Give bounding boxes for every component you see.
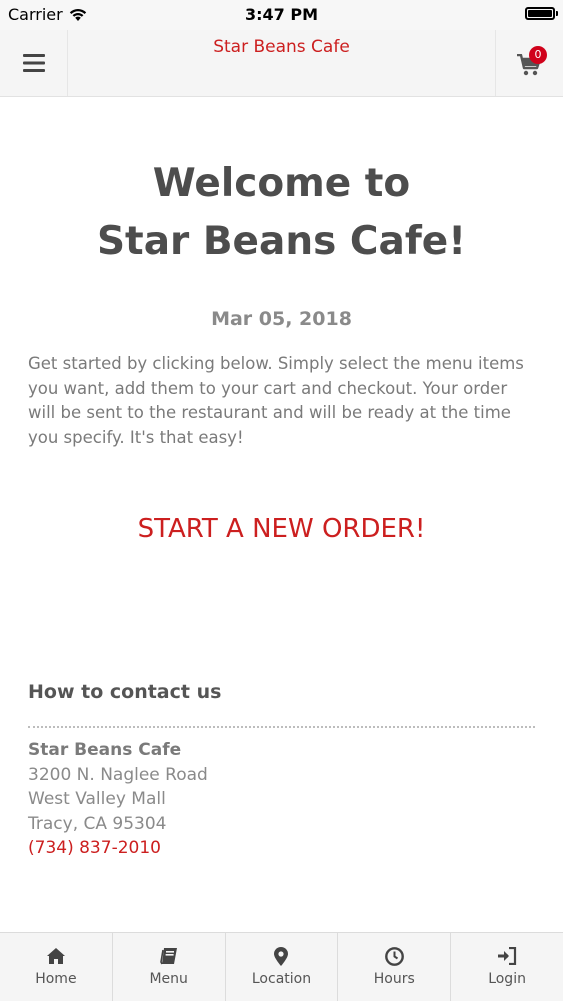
tab-login[interactable]: Login (451, 933, 563, 1001)
contact-address-line-1: 3200 N. Naglee Road (28, 764, 208, 785)
tab-login-label: Login (488, 971, 526, 987)
hamburger-icon (22, 54, 45, 72)
contact-info: Star Beans Cafe 3200 N. Naglee Road West… (28, 738, 208, 861)
tab-menu-label: Menu (149, 971, 188, 987)
clock-icon (384, 947, 404, 966)
header-title: Star Beans Cafe (213, 37, 350, 57)
bottom-tab-bar: Home Menu Location Hours Login (0, 932, 563, 1001)
app-header: Star Beans Cafe 0 (0, 30, 563, 97)
start-order-button[interactable]: START A NEW ORDER! (0, 514, 563, 544)
home-icon (46, 948, 65, 964)
tab-hours-label: Hours (373, 971, 415, 987)
tab-home[interactable]: Home (0, 933, 113, 1001)
tab-location-label: Location (251, 971, 312, 987)
status-bar: Carrier 3:47 PM (0, 0, 563, 30)
menu-button[interactable] (0, 30, 68, 96)
cart-count-badge: 0 (529, 46, 547, 64)
tab-home-label: Home (35, 971, 77, 987)
welcome-line-2: Star Beans Cafe! (96, 219, 467, 264)
tab-menu[interactable]: Menu (113, 933, 226, 1001)
contact-address-line-2: West Valley Mall (28, 789, 166, 809)
intro-text: Get started by clicking below. Simply se… (28, 354, 524, 447)
contact-heading: How to contact us (28, 681, 222, 703)
status-time: 3:47 PM (244, 5, 318, 24)
map-pin-icon (274, 947, 289, 966)
welcome-line-1: Welcome to (152, 161, 411, 206)
tab-location[interactable]: Location (226, 933, 339, 1001)
contact-phone-link[interactable]: (734) 837-2010 (28, 836, 208, 861)
cart-button[interactable]: 0 (495, 30, 563, 96)
tab-hours[interactable]: Hours (338, 933, 452, 1001)
login-icon (498, 947, 517, 965)
book-icon (159, 948, 177, 965)
divider (28, 726, 535, 728)
date-label: Mar 05, 2018 (211, 308, 352, 330)
contact-name: Star Beans Cafe (28, 740, 182, 760)
contact-city: Tracy, CA 95304 (28, 813, 167, 834)
battery-icon (525, 7, 558, 20)
welcome-heading: Welcome to Star Beans Cafe! (0, 155, 563, 271)
